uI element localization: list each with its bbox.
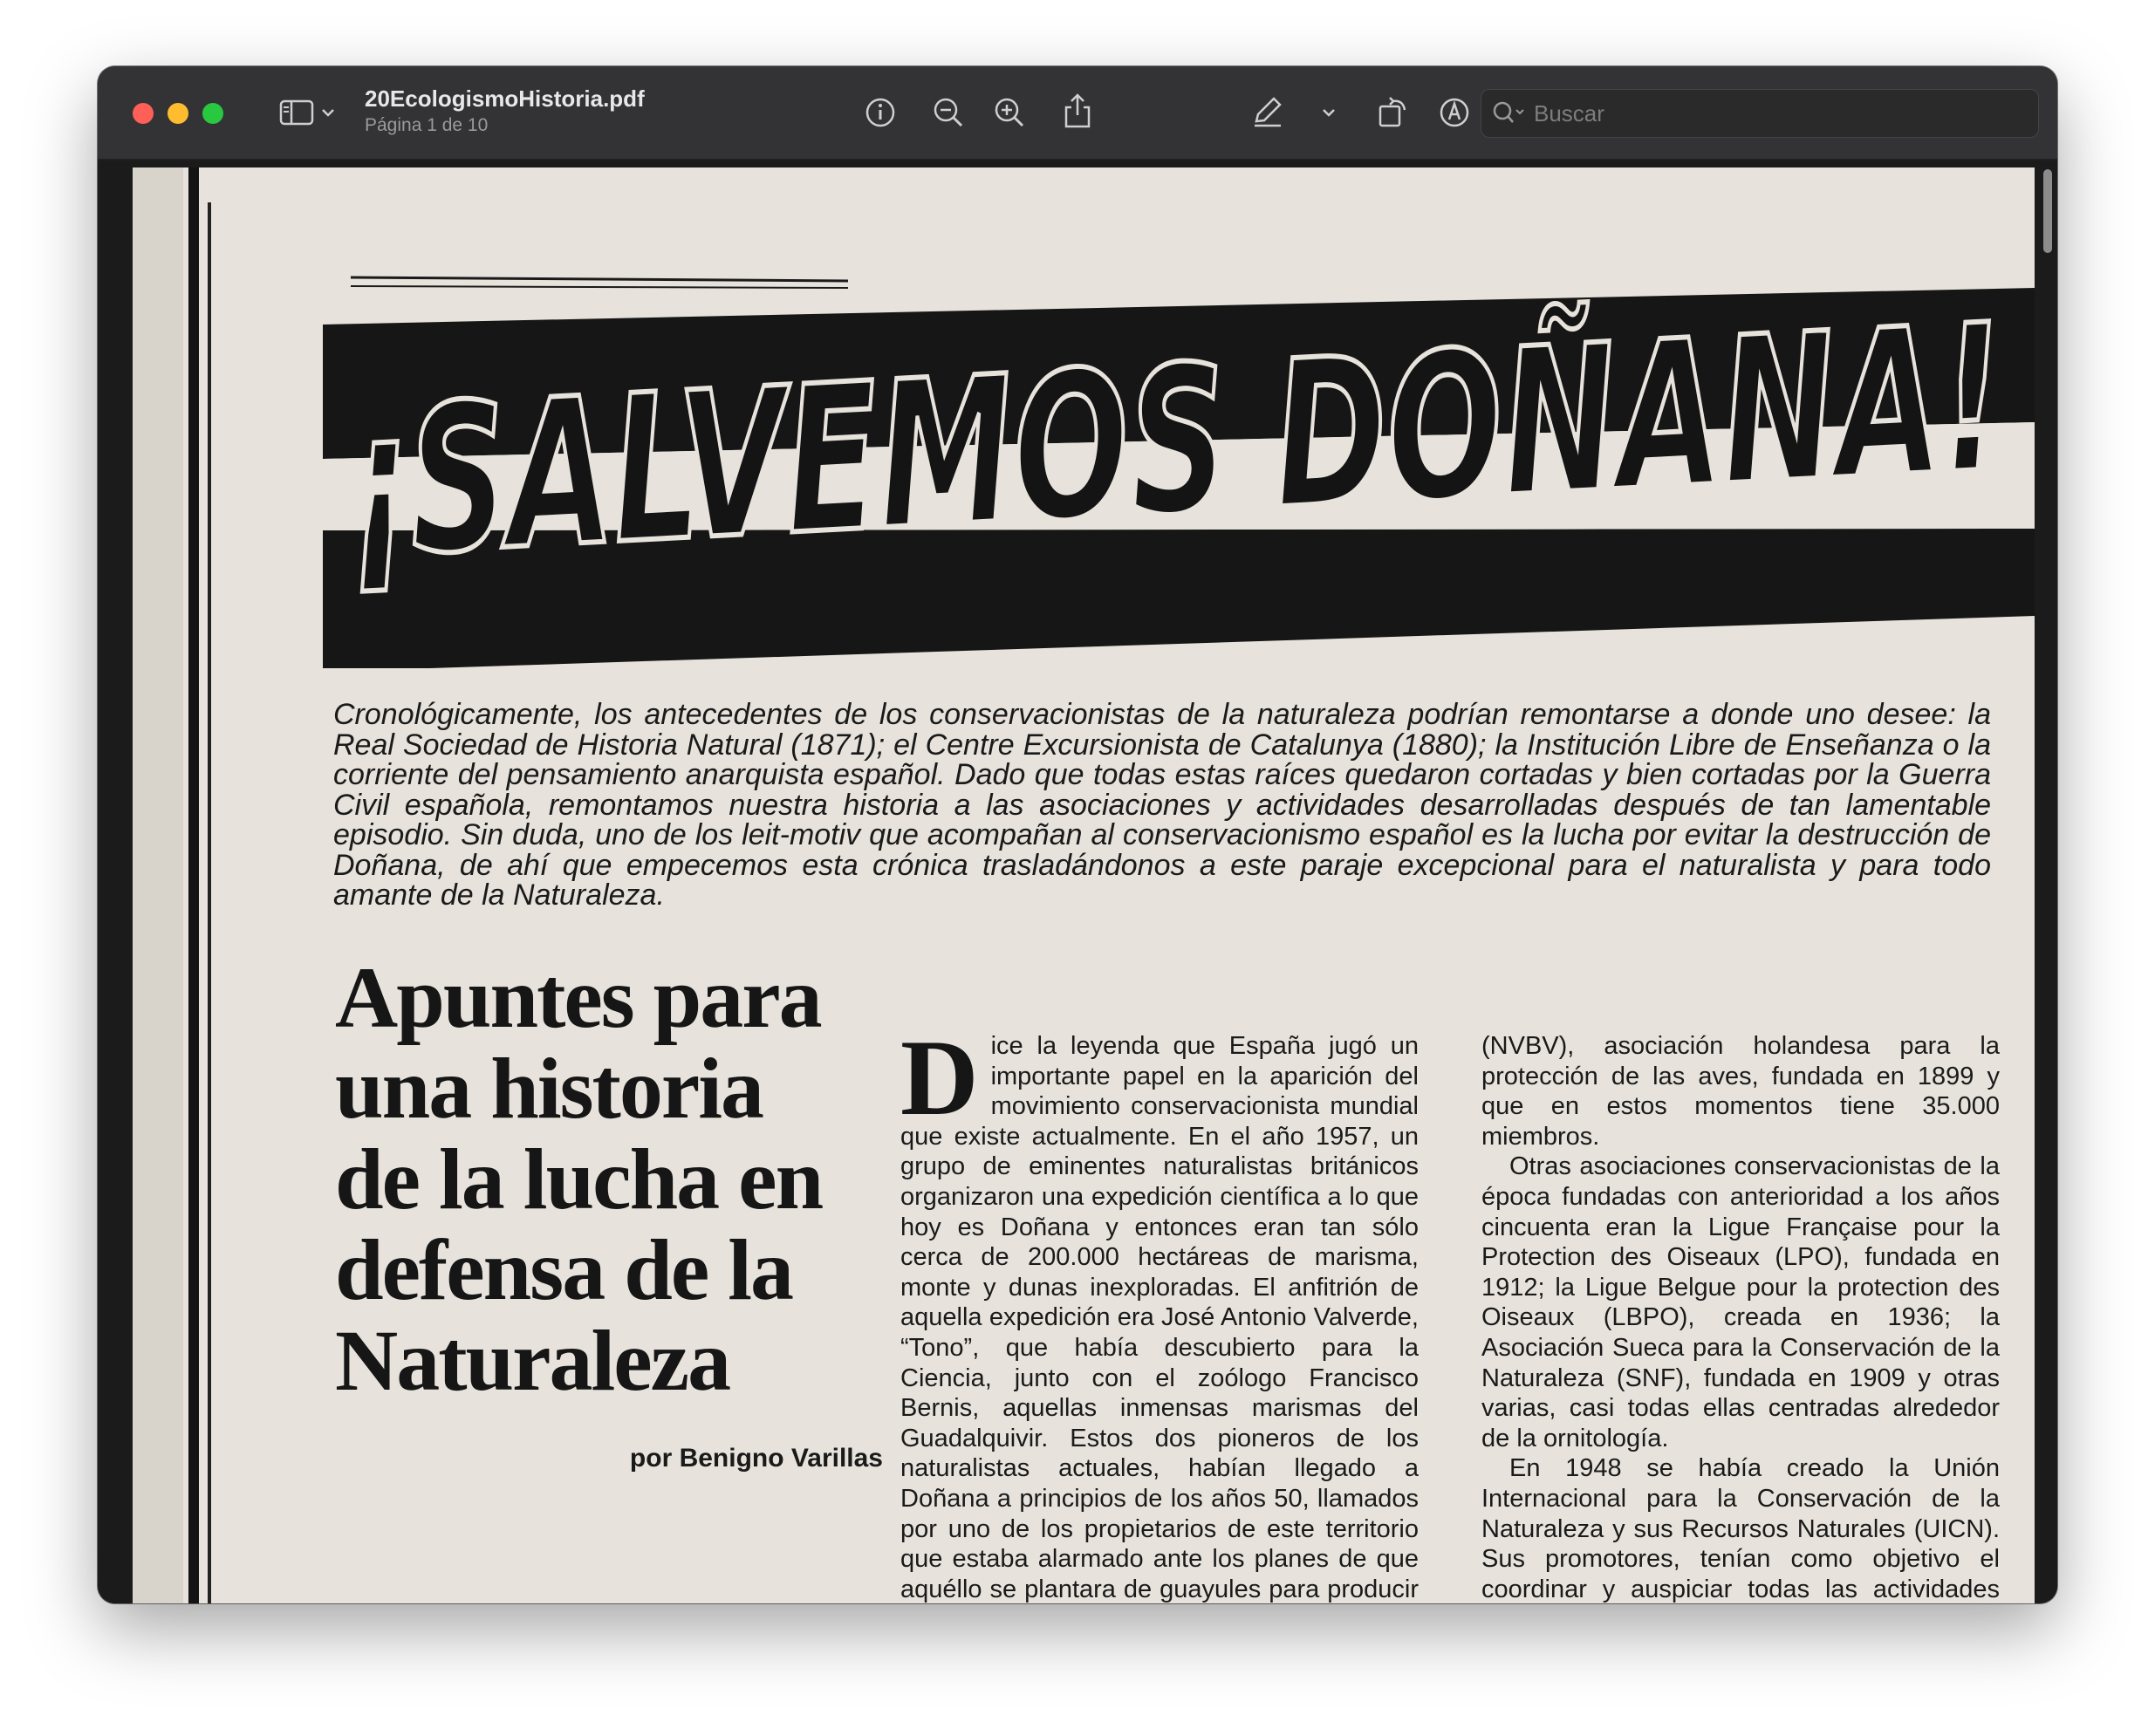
share-button[interactable] [1057, 89, 1098, 133]
zoom-out-icon [932, 96, 965, 129]
rotate-icon [1377, 94, 1410, 129]
document-title: 20EcologismoHistoria.pdf [365, 85, 645, 112]
preview-window: 20EcologismoHistoria.pdf Página 1 de 10 [98, 66, 2057, 1603]
document-view[interactable]: ¡SALVEMOS DOÑANA! Cronológicamente, los … [98, 161, 2057, 1603]
share-icon [1063, 92, 1092, 129]
titlebar: 20EcologismoHistoria.pdf Página 1 de 10 [98, 66, 2057, 161]
article-column-2: (NVBV), asociación holandesa para la pro… [1481, 1031, 2000, 1603]
article-headline: Apuntes para una historia de la lucha en… [335, 949, 824, 1409]
drop-cap: D [900, 1031, 979, 1138]
sidebar-toggle-button[interactable] [272, 92, 342, 133]
chevron-down-icon [321, 107, 335, 118]
close-window-button[interactable] [133, 103, 154, 124]
markup-button[interactable] [1434, 92, 1474, 133]
search-field[interactable] [1481, 89, 2039, 138]
banner: ¡SALVEMOS DOÑANA! [323, 276, 2035, 668]
zoom-out-button[interactable] [928, 92, 968, 133]
zoom-window-button[interactable] [202, 103, 223, 124]
zoom-in-icon [993, 96, 1026, 129]
sidebar-icon [279, 99, 314, 126]
markup-icon [1438, 96, 1471, 129]
pdf-page: ¡SALVEMOS DOÑANA! Cronológicamente, los … [133, 167, 2035, 1603]
info-icon [865, 97, 896, 128]
highlight-options-button[interactable] [1316, 92, 1342, 133]
search-icon [1492, 100, 1525, 126]
highlight-icon [1251, 95, 1284, 128]
chevron-down-icon [1322, 107, 1336, 118]
page-indicator: Página 1 de 10 [365, 115, 489, 135]
vertical-scrollbar[interactable] [2043, 169, 2052, 253]
article-byline: por Benigno Varillas [629, 1444, 883, 1473]
zoom-in-button[interactable] [989, 92, 1030, 133]
info-button[interactable] [860, 92, 900, 133]
column-2-paragraph-2: Otras asociaciones conservacionistas de … [1481, 1152, 2000, 1452]
rotate-button[interactable] [1373, 91, 1413, 133]
intro-paragraph: Cronológicamente, los antecedentes de lo… [333, 698, 1991, 912]
article-column-1: D ice la leyenda que España jugó un impo… [900, 1031, 1419, 1603]
search-input[interactable] [1532, 99, 2024, 128]
highlight-button[interactable] [1248, 91, 1288, 133]
column-2-paragraph-1: (NVBV), asociación holandesa para la pro… [1481, 1032, 2000, 1151]
column-2-paragraph-3: En 1948 se había creado la Unión Interna… [1481, 1454, 2000, 1603]
minimize-window-button[interactable] [168, 103, 188, 124]
